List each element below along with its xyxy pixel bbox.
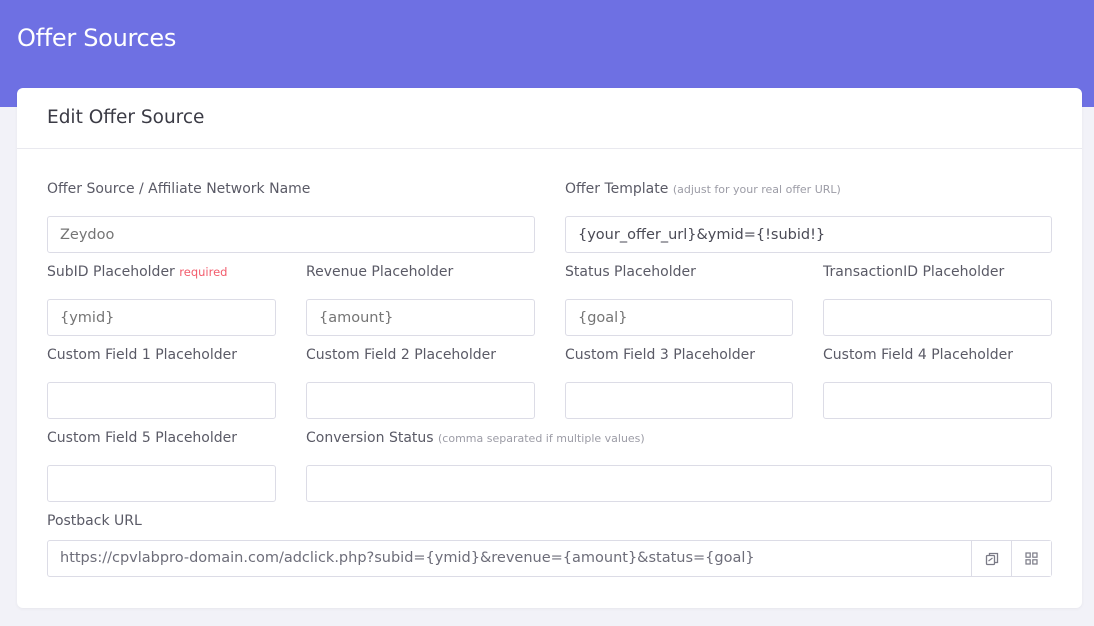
- offer-template-input[interactable]: [565, 216, 1052, 253]
- custom-field-4-input[interactable]: [823, 382, 1052, 419]
- custom-field-5: Custom Field 5 Placeholder: [47, 428, 276, 502]
- transaction-id-label: TransactionID Placeholder: [823, 264, 1005, 280]
- subid-label: SubID Placeholder required: [47, 264, 228, 280]
- conversion-status-field: Conversion Status (comma separated if mu…: [306, 428, 1052, 502]
- custom-field-5-input[interactable]: [47, 465, 276, 502]
- page-title: Offer Sources: [17, 24, 177, 52]
- custom-field-1: Custom Field 1 Placeholder: [47, 345, 276, 419]
- custom-field-2-label: Custom Field 2 Placeholder: [306, 347, 497, 363]
- custom-field-4-label: Custom Field 4 Placeholder: [823, 347, 1014, 363]
- custom-field-2-input[interactable]: [306, 382, 535, 419]
- custom-field-5-label: Custom Field 5 Placeholder: [47, 430, 238, 446]
- custom-field-2: Custom Field 2 Placeholder: [306, 345, 535, 419]
- copy-button[interactable]: [971, 541, 1011, 576]
- custom-field-3-label: Custom Field 3 Placeholder: [565, 347, 756, 363]
- status-label: Status Placeholder: [565, 264, 696, 280]
- postback-url-field: Postback URL: [47, 511, 547, 531]
- edit-offer-source-card: Edit Offer Source Offer Source / Affilia…: [17, 88, 1082, 608]
- postback-url-text[interactable]: https://cpvlabpro-domain.com/adclick.php…: [48, 541, 971, 576]
- network-name-label: Offer Source / Affiliate Network Name: [47, 181, 311, 197]
- offer-template-field: Offer Template (adjust for your real off…: [565, 179, 1052, 253]
- copy-icon: [985, 552, 998, 565]
- revenue-label: Revenue Placeholder: [306, 264, 454, 280]
- conversion-status-label: Conversion Status (comma separated if mu…: [306, 430, 645, 446]
- qr-code-icon: [1025, 552, 1038, 565]
- revenue-input[interactable]: [306, 299, 535, 336]
- custom-field-1-label: Custom Field 1 Placeholder: [47, 347, 238, 363]
- offer-template-label: Offer Template (adjust for your real off…: [565, 181, 841, 197]
- custom-field-4: Custom Field 4 Placeholder: [823, 345, 1052, 419]
- required-badge: required: [179, 265, 228, 279]
- conversion-status-hint: (comma separated if multiple values): [438, 432, 645, 445]
- qr-code-button[interactable]: [1011, 541, 1051, 576]
- custom-field-3-input[interactable]: [565, 382, 793, 419]
- postback-url-group: https://cpvlabpro-domain.com/adclick.php…: [47, 540, 1052, 577]
- transaction-id-input[interactable]: [823, 299, 1052, 336]
- custom-field-1-input[interactable]: [47, 382, 276, 419]
- status-field: Status Placeholder: [565, 262, 793, 336]
- conversion-status-input[interactable]: [306, 465, 1052, 502]
- offer-template-hint: (adjust for your real offer URL): [672, 183, 841, 196]
- network-name-input[interactable]: [47, 216, 535, 253]
- network-name-field: Offer Source / Affiliate Network Name: [47, 179, 535, 253]
- transaction-id-field: TransactionID Placeholder: [823, 262, 1052, 336]
- subid-field: SubID Placeholder required: [47, 262, 276, 336]
- card-title: Edit Offer Source: [47, 107, 205, 128]
- card-header: Edit Offer Source: [17, 88, 1082, 149]
- postback-url-label: Postback URL: [47, 513, 142, 529]
- custom-field-3: Custom Field 3 Placeholder: [565, 345, 793, 419]
- revenue-field: Revenue Placeholder: [306, 262, 535, 336]
- status-input[interactable]: [565, 299, 793, 336]
- subid-input[interactable]: [47, 299, 276, 336]
